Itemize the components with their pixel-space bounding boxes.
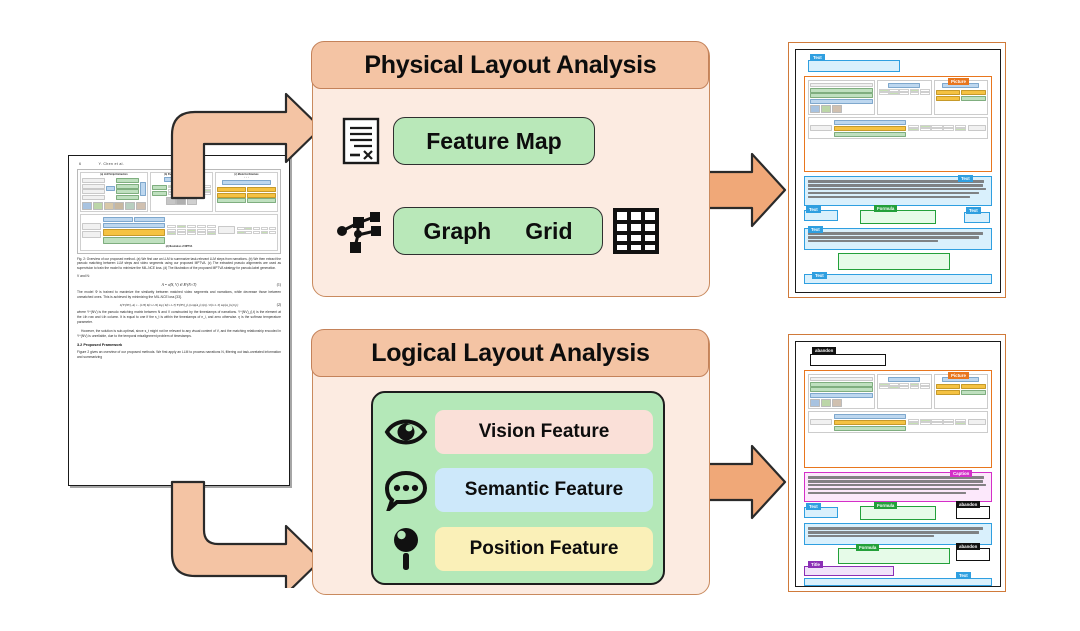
grid-table-icon [613, 208, 659, 254]
panel-physical-layout[interactable]: Physical Layout Analysis Feature Map Gra… [311, 41, 710, 297]
region-formula[interactable] [838, 253, 950, 270]
tag-text: Text [956, 572, 971, 579]
figure-thumbnail-strip [82, 201, 146, 210]
document-authors: Y. Chen et al. [98, 162, 125, 166]
semantic-feature-label: Semantic Feature [464, 479, 624, 500]
vision-feature-box[interactable]: Vision Feature [435, 410, 653, 454]
doc-paragraph-1: The model Φ is trained to maximize the s… [77, 289, 281, 299]
position-feature-row[interactable]: Position Feature [383, 523, 655, 575]
graph-nodes-icon [337, 212, 381, 253]
panel-logical-layout[interactable]: Logical Layout Analysis Vision Feature S… [311, 329, 710, 595]
tag-abandon: abandon [956, 543, 981, 550]
tag-picture: Picture [948, 372, 969, 379]
equation-2-number: (2) [276, 303, 281, 308]
region-text[interactable] [804, 274, 992, 284]
physical-layout-result[interactable]: Text Picture Text Text Formula Text Text… [795, 49, 1001, 293]
tag-text: Text [812, 272, 827, 279]
tag-caption: Caption [950, 470, 973, 477]
graph-label: Graph [423, 217, 492, 244]
position-feature-label: Position Feature [469, 538, 619, 559]
position-feature-box[interactable]: Position Feature [435, 527, 653, 571]
panel-logical-title-text: Logical Layout Analysis [371, 338, 650, 367]
arrow-logical-to-output [706, 444, 787, 520]
equation-2: L(Y^(NV), A) = - (1/N) Σ(i=1..N) log ( Σ… [77, 303, 281, 307]
doc-paragraph-2: where Y^(NV) is the pseudo matching matr… [77, 310, 281, 324]
region-picture[interactable] [804, 76, 992, 172]
tag-formula: Formula [856, 544, 880, 551]
logical-output-frame: abandon Picture Caption Text Formula aba… [788, 334, 1006, 592]
region-formula[interactable] [860, 506, 936, 520]
semantic-feature-box[interactable]: Semantic Feature [435, 468, 653, 512]
tag-abandon: abandon [812, 347, 837, 354]
eye-icon [384, 419, 428, 445]
tag-text: Text [806, 206, 821, 213]
figure-inner-caption: (d) Illustration of MPTVA [165, 245, 193, 248]
equation-1: A = σ(N, V) ∈ R^(N×T) (1) [77, 283, 281, 287]
tag-text: Text [966, 207, 981, 214]
tag-text: Text [808, 226, 823, 233]
equation-1-number: (1) [276, 282, 281, 287]
feature-map-row: Feature Map [341, 117, 595, 165]
region-text[interactable] [804, 228, 992, 250]
region-abandon[interactable] [810, 354, 886, 366]
region-text[interactable] [808, 60, 900, 72]
graph-grid-row: Graph Grid [333, 207, 659, 255]
equation-2-body: L(Y^(NV), A) = - (1/N) Σ(i=1..N) log ( Σ… [119, 303, 239, 308]
physical-output-frame: Text Picture Text Text Formula Text Text… [788, 42, 1006, 298]
input-document-page[interactable]: 6 Y. Chen et al. (a) LLM Script Extracti… [68, 155, 290, 486]
doc-paragraph-3: However, the solution is sub-optimal, si… [77, 328, 281, 338]
arrow-physical-to-output [706, 152, 787, 228]
tag-formula: Formula [874, 205, 898, 212]
panel-physical-title: Physical Layout Analysis [311, 41, 710, 90]
arrow-input-to-logical [170, 480, 323, 588]
region-text[interactable] [804, 523, 992, 545]
feature-map-label: Feature Map [426, 127, 562, 154]
arrow-input-to-physical [170, 92, 323, 200]
tag-formula: Formula [874, 502, 898, 509]
doc-section-heading: 3.2 Proposed Framework [77, 343, 123, 348]
logical-layout-result[interactable]: abandon Picture Caption Text Formula aba… [795, 341, 1001, 587]
figure-caption: Fig. 2: Overview of our proposed method.… [77, 256, 281, 270]
region-picture[interactable] [804, 370, 992, 468]
tag-text: Text [958, 175, 973, 182]
tag-picture: Picture [948, 78, 969, 85]
region-formula[interactable] [838, 548, 950, 564]
panel-physical-title-text: Physical Layout Analysis [364, 50, 657, 79]
vision-feature-row[interactable]: Vision Feature [383, 407, 655, 457]
speech-bubble-icon [384, 470, 428, 511]
logical-features-container: Vision Feature Semantic Feature Position… [371, 391, 665, 585]
tag-title: Title [808, 561, 823, 568]
doc-paragraph-4: Figure 2 gives an overview of our propos… [77, 350, 281, 360]
graph-grid-pill[interactable]: Graph Grid [393, 207, 603, 255]
grid-label: Grid [525, 217, 573, 244]
figure-subpanel-d: (d) Illustration of MPTVA [80, 213, 278, 251]
tag-text: Text [810, 54, 825, 61]
vision-feature-label: Vision Feature [478, 421, 610, 442]
pin-icon [394, 528, 418, 570]
region-formula[interactable] [860, 210, 936, 224]
tag-abandon: abandon [956, 501, 981, 508]
region-text[interactable] [804, 578, 992, 586]
subcaption-a: (a) LLM Script Extraction [100, 174, 128, 176]
semantic-feature-row[interactable]: Semantic Feature [383, 465, 655, 515]
document-lines-icon [342, 117, 380, 165]
panel-logical-title: Logical Layout Analysis [311, 329, 710, 378]
document-page-number: 6 [79, 162, 82, 166]
tag-text: Text [806, 503, 821, 510]
feature-map-pill[interactable]: Feature Map [393, 117, 595, 165]
figure-subpanel-a: (a) LLM Script Extraction [80, 172, 148, 212]
doc-line-before-eq1: V and N: [77, 273, 90, 278]
equation-1-body: A = σ(N, V) ∈ R^(N×T) [161, 282, 197, 287]
